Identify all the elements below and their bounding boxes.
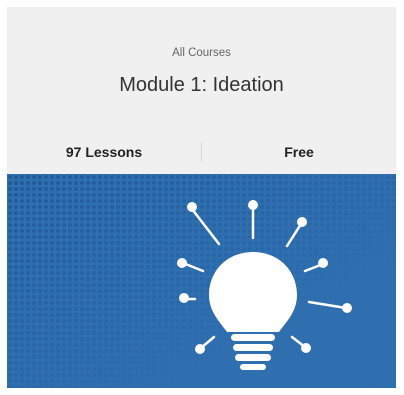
course-meta: 97 Lessons Free	[7, 137, 396, 167]
course-title: Module 1: Ideation	[119, 74, 284, 96]
lesson-count: 97 Lessons	[65, 144, 143, 160]
halftone-pattern	[7, 174, 396, 388]
course-hero-image[interactable]	[7, 174, 396, 388]
price-label: Free	[284, 144, 314, 160]
course-card[interactable]: All Courses Module 1: Ideation 97 Lesson…	[7, 7, 396, 388]
bulb-glass	[209, 252, 297, 332]
breadcrumb-all-courses[interactable]: All Courses	[7, 47, 396, 59]
lightbulb-illustration	[7, 174, 396, 388]
